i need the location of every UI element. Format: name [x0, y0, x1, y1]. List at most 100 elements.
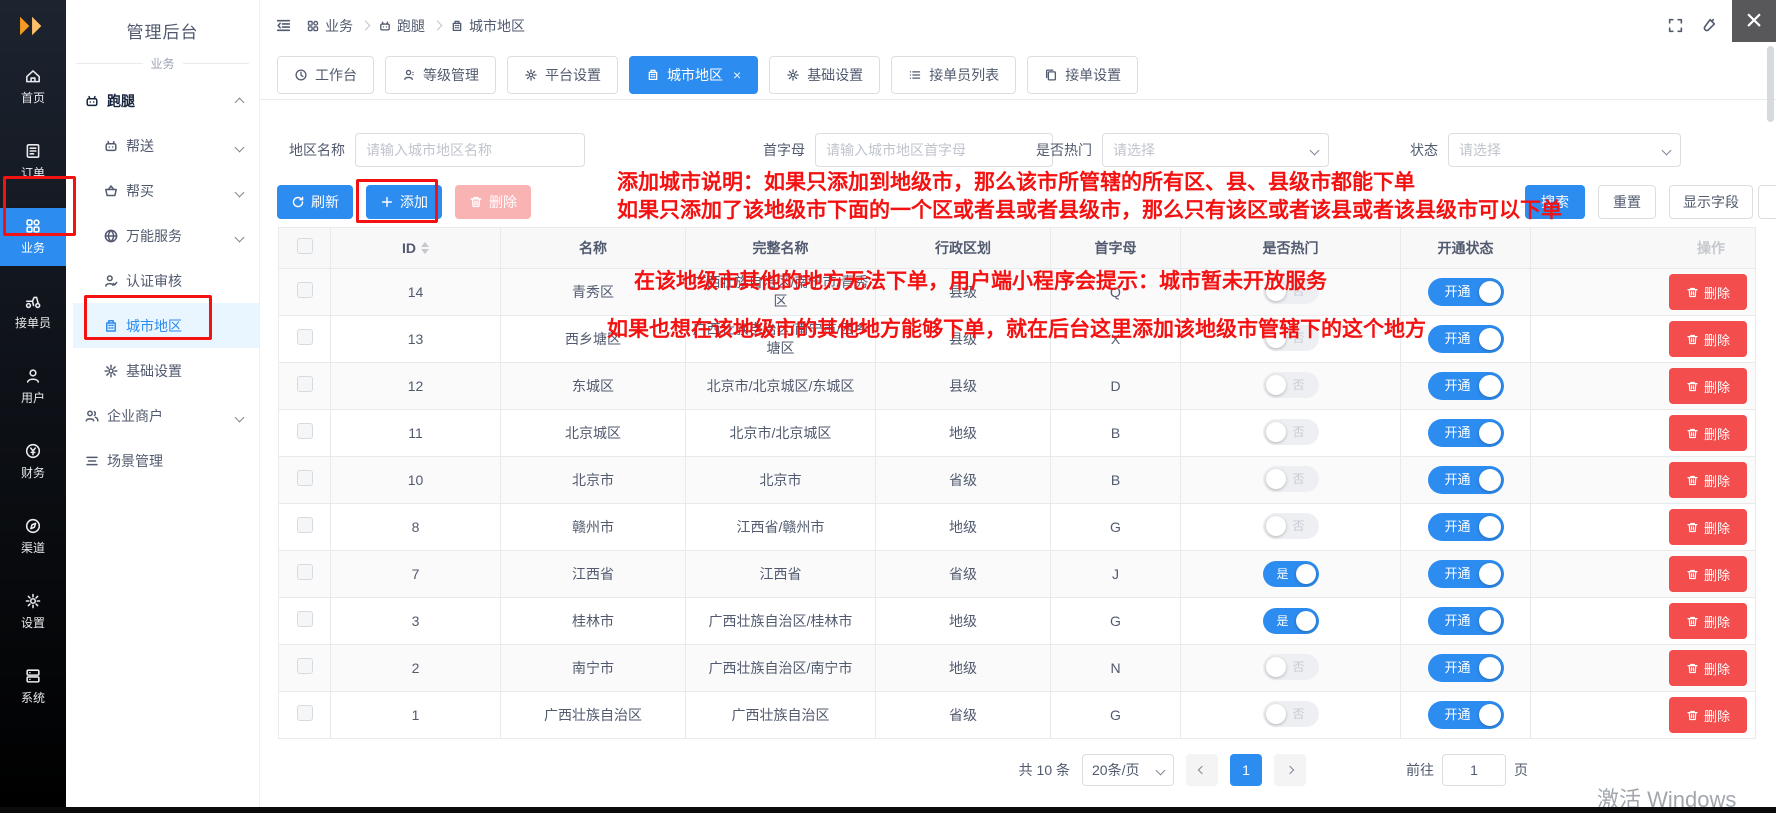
delete-button[interactable]: 删除 [1669, 462, 1747, 498]
delete-button[interactable]: 删除 [1669, 321, 1747, 357]
rail-item-finance[interactable]: 财务 [0, 433, 66, 491]
hot-toggle[interactable]: 是 [1263, 608, 1319, 634]
tab-order-settings[interactable]: 接单设置 [1027, 56, 1138, 94]
rail-item-home[interactable]: 首页 [0, 58, 66, 116]
status-toggle[interactable]: 开通 [1428, 607, 1504, 635]
table-row: 13 西乡塘区 广西壮族自治区/南宁市/西乡塘区 县级 X 否 开通 删除 [279, 316, 1756, 363]
hot-toggle[interactable]: 否 [1263, 419, 1319, 445]
rail-item-orders[interactable]: 订单 [0, 133, 66, 191]
status-toggle[interactable]: 开通 [1428, 278, 1504, 306]
search-button[interactable]: 搜索 [1525, 185, 1585, 219]
reset-button[interactable]: 重置 [1598, 185, 1656, 219]
hot-toggle[interactable]: 否 [1263, 513, 1319, 539]
collapse-menu-icon[interactable] [275, 17, 292, 34]
delete-button[interactable]: 删除 [1669, 650, 1747, 686]
tab-basic-settings[interactable]: 基础设置 [769, 56, 880, 94]
row-checkbox[interactable] [297, 564, 313, 580]
status-toggle[interactable]: 开通 [1428, 701, 1504, 729]
close-icon[interactable] [733, 67, 741, 83]
add-button[interactable]: 添加 [366, 185, 442, 219]
region-name-input[interactable] [355, 133, 585, 167]
filter-hot: 是否热门 请选择 [1036, 133, 1329, 167]
tab-workbench[interactable]: 工作台 [277, 56, 374, 94]
next-page-button[interactable] [1274, 754, 1306, 786]
row-checkbox[interactable] [297, 376, 313, 392]
table-header-row: ID 名称 完整名称 行政区划 首字母 是否热门 开通状态 操作 [279, 228, 1756, 269]
tab-city-region[interactable]: 城市地区 [629, 56, 758, 94]
overlay-close-button[interactable] [1732, 0, 1776, 42]
hot-toggle[interactable]: 否 [1263, 466, 1319, 492]
hot-select[interactable]: 请选择 [1102, 133, 1329, 167]
current-page-button[interactable]: 1 [1230, 754, 1262, 786]
goto-page-input[interactable] [1442, 754, 1506, 786]
select-all-checkbox[interactable] [297, 238, 313, 254]
row-checkbox[interactable] [297, 658, 313, 674]
status-toggle[interactable]: 开通 [1428, 372, 1504, 400]
sort-icon[interactable] [421, 242, 429, 254]
delete-button[interactable]: 删除 [1669, 368, 1747, 404]
tab-courier-list[interactable]: 接单员列表 [891, 56, 1016, 94]
sidebar-item-bangsong[interactable]: 帮送 [66, 123, 259, 168]
partial-button[interactable] [1758, 185, 1776, 219]
delete-button[interactable]: 删除 [1669, 415, 1747, 451]
tab-level-management[interactable]: 等级管理 [385, 56, 496, 94]
breadcrumb-item-city-region[interactable]: 城市地区 [450, 16, 525, 36]
hot-toggle[interactable]: 是 [1263, 561, 1319, 587]
breadcrumb-item-business[interactable]: 业务 [306, 16, 353, 36]
row-checkbox[interactable] [297, 611, 313, 627]
breadcrumb-item-paotui[interactable]: 跑腿 [378, 16, 425, 36]
row-checkbox[interactable] [297, 282, 313, 298]
status-select[interactable]: 请选择 [1448, 133, 1681, 167]
sidebar-item-wanneng[interactable]: 万能服务 [66, 213, 259, 258]
main-area: 业务 跑腿 城市地区 工作台 等级管理 [260, 0, 1776, 807]
status-toggle[interactable]: 开通 [1428, 419, 1504, 447]
row-checkbox[interactable] [297, 705, 313, 721]
theme-paint-icon[interactable] [1700, 17, 1717, 34]
status-toggle[interactable]: 开通 [1428, 325, 1504, 353]
row-checkbox[interactable] [297, 423, 313, 439]
cell-initial: X [1051, 316, 1181, 363]
hot-toggle[interactable]: 否 [1263, 325, 1319, 351]
sidebar-item-qiye[interactable]: 企业商户 [66, 393, 259, 438]
delete-button[interactable]: 删除 [1669, 274, 1747, 310]
status-toggle[interactable]: 开通 [1428, 513, 1504, 541]
rail-item-channels[interactable]: 渠道 [0, 508, 66, 566]
sidebar-item-jichu[interactable]: 基础设置 [66, 348, 259, 393]
hot-toggle[interactable]: 否 [1263, 654, 1319, 680]
status-toggle[interactable]: 开通 [1428, 654, 1504, 682]
scrollbar-thumb[interactable] [1767, 46, 1774, 122]
rail-item-settings[interactable]: 设置 [0, 583, 66, 641]
page-size-select[interactable]: 20条/页 [1082, 754, 1174, 786]
sidebar-item-city-region[interactable]: 城市地区 [73, 303, 259, 348]
sidebar-item-renzheng[interactable]: 认证审核 [66, 258, 259, 303]
delete-button[interactable]: 删除 [1669, 697, 1747, 733]
rail-label: 设置 [21, 614, 45, 631]
hot-toggle[interactable]: 否 [1263, 278, 1319, 304]
sidebar-item-changjing[interactable]: 场景管理 [66, 438, 259, 483]
rail-item-couriers[interactable]: 接单员 [0, 283, 66, 341]
rail-item-system[interactable]: 系统 [0, 658, 66, 716]
sidebar-item-paotui[interactable]: 跑腿 [66, 78, 259, 123]
hot-toggle[interactable]: 否 [1263, 372, 1319, 398]
rail-item-business[interactable]: 业务 [0, 208, 66, 266]
fullscreen-icon[interactable] [1667, 17, 1684, 34]
sidebar-item-bangmai[interactable]: 帮买 [66, 168, 259, 213]
initial-input[interactable] [815, 133, 1053, 167]
hot-toggle[interactable]: 否 [1263, 701, 1319, 727]
show-fields-button[interactable]: 显示字段 [1669, 185, 1753, 219]
delete-button[interactable]: 删除 [1669, 509, 1747, 545]
status-toggle[interactable]: 开通 [1428, 466, 1504, 494]
tab-platform-settings[interactable]: 平台设置 [507, 56, 618, 94]
cell-name: 江西省 [501, 551, 686, 598]
rail-item-users[interactable]: 用户 [0, 358, 66, 416]
delete-button[interactable]: 删除 [1669, 603, 1747, 639]
bulk-delete-button[interactable]: 删除 [455, 185, 531, 219]
refresh-button[interactable]: 刷新 [277, 185, 353, 219]
status-toggle[interactable]: 开通 [1428, 560, 1504, 588]
sidebar: 管理后台 业务 跑腿 帮送 帮买 万能服务 认证审核 城市地区 基础设置 企业商… [66, 0, 260, 807]
row-checkbox[interactable] [297, 329, 313, 345]
prev-page-button[interactable] [1186, 754, 1218, 786]
row-checkbox[interactable] [297, 517, 313, 533]
delete-button[interactable]: 删除 [1669, 556, 1747, 592]
row-checkbox[interactable] [297, 470, 313, 486]
